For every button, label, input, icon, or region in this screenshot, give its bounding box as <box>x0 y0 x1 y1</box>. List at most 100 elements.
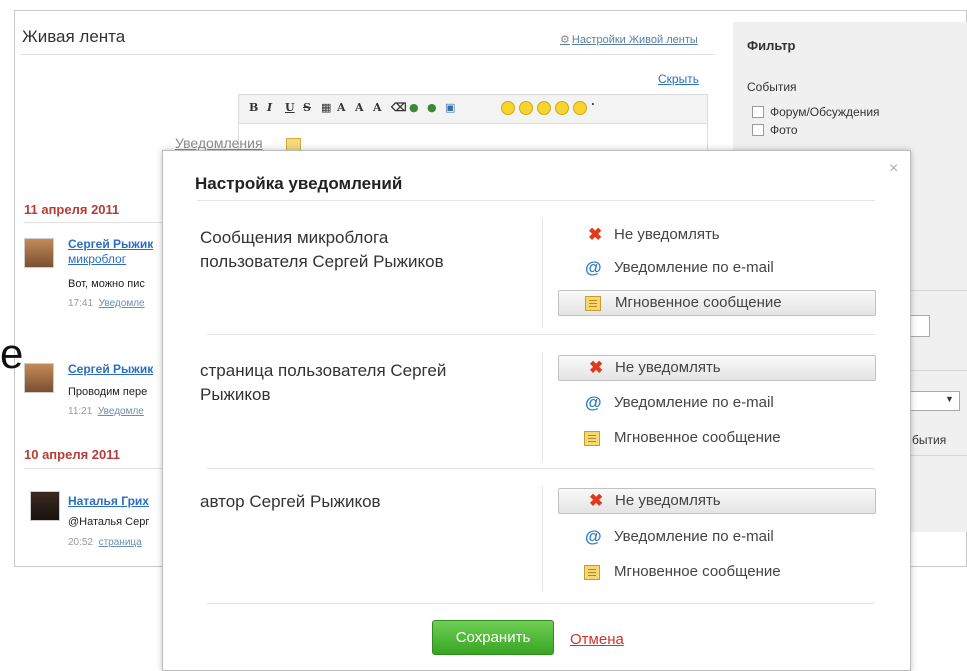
link-icon[interactable]: ● <box>409 101 419 114</box>
eraser-icon[interactable]: ⌫ <box>391 101 407 114</box>
hide-link[interactable]: Скрыть <box>658 72 699 86</box>
post-author[interactable]: Сергей Рыжик <box>68 237 153 251</box>
option-label: Мгновенное сообщение <box>614 429 781 446</box>
option-label: Мгновенное сообщение <box>614 563 781 580</box>
font-color-icon[interactable]: A <box>373 101 382 114</box>
post-meta: 17:41 Уведомле <box>68 298 145 309</box>
post-author[interactable]: Сергей Рыжик <box>68 362 153 376</box>
post-meta: 11:21 Уведомле <box>68 406 144 417</box>
smile-icon[interactable] <box>501 101 515 115</box>
group-label-line: Рыжиков <box>200 385 271 404</box>
cancel-link[interactable]: Отмена <box>570 631 624 648</box>
close-icon[interactable]: × <box>889 160 898 178</box>
instant-message-icon <box>584 565 600 580</box>
notifications-tab[interactable]: Уведомления <box>175 135 263 151</box>
overflow-glyph: е <box>0 330 24 377</box>
group-label: страница пользователя Сергей Рыжиков <box>200 359 446 407</box>
post-time: 11:21 <box>68 406 93 417</box>
option-instant[interactable]: Мгновенное сообщение <box>558 426 876 452</box>
post-meta-link[interactable]: Уведомле <box>99 298 145 309</box>
option-email[interactable]: @ Уведомление по e-mail <box>558 525 876 551</box>
filter-events-label: События <box>747 80 797 94</box>
option-label: Уведомление по e-mail <box>614 394 774 411</box>
strike-icon[interactable]: S <box>303 101 311 114</box>
post-text: @Наталья Серг <box>68 516 150 528</box>
dialog-title: Настройка уведомлений <box>195 174 403 193</box>
filter-checkbox-forum[interactable] <box>752 106 764 118</box>
option-email[interactable]: @ Уведомление по e-mail <box>558 256 876 282</box>
font-icon[interactable]: A <box>337 101 346 114</box>
highlight-icon[interactable]: ▦ <box>321 101 331 114</box>
filter-events-text: бытия <box>912 433 947 447</box>
editor-toolbar: B I U S ▦ A A A ⌫ ● ● ▣ · <box>238 94 708 124</box>
unlink-icon[interactable]: ● <box>427 101 437 114</box>
option-instant-selected[interactable]: Мгновенное сообщение <box>558 290 876 316</box>
option-none-selected[interactable]: ✖ Не уведомлять <box>558 355 876 381</box>
filter-checkbox-photo[interactable] <box>752 124 764 136</box>
group-label-line: страница пользователя Сергей <box>200 361 447 380</box>
close-x-icon: ✖ <box>589 491 604 510</box>
italic-icon[interactable]: I <box>267 101 272 114</box>
post-author[interactable]: Наталья Грих <box>68 494 149 508</box>
sad-icon[interactable] <box>555 101 569 115</box>
chevron-down-icon[interactable]: ▼ <box>945 394 954 404</box>
avatar[interactable] <box>30 491 60 521</box>
post-text: Проводим пере <box>68 386 148 398</box>
option-email[interactable]: @ Уведомление по e-mail <box>558 391 876 417</box>
close-x-icon: ✖ <box>588 225 603 244</box>
date-heading: 11 апреля 2011 <box>24 202 120 217</box>
avatar[interactable] <box>24 363 54 393</box>
at-sign-icon: @ <box>585 527 602 546</box>
gear-icon: ⚙ <box>560 34 570 46</box>
group-divider <box>542 486 543 591</box>
filter-checkbox-photo-label: Фото <box>770 123 798 137</box>
neutral-icon[interactable] <box>573 101 587 115</box>
instant-message-icon <box>585 296 601 311</box>
group-separator <box>207 468 875 469</box>
post-sublink[interactable]: микроблог <box>68 252 126 266</box>
save-button[interactable]: Сохранить <box>432 620 554 655</box>
laugh-icon[interactable] <box>519 101 533 115</box>
option-instant[interactable]: Мгновенное сообщение <box>558 560 876 586</box>
close-x-icon: ✖ <box>589 358 604 377</box>
avatar[interactable] <box>24 238 54 268</box>
option-label: Не уведомлять <box>615 359 721 376</box>
option-label: Уведомление по e-mail <box>614 259 774 276</box>
date-divider <box>24 222 164 223</box>
page-title: Живая лента <box>22 27 126 46</box>
option-label: Мгновенное сообщение <box>615 294 782 311</box>
title-divider <box>197 200 875 201</box>
feed-settings-link[interactable]: ⚙ Настройки Живой ленты <box>560 33 698 46</box>
option-none-selected[interactable]: ✖ Не уведомлять <box>558 488 876 514</box>
post-time: 20:52 <box>68 537 94 548</box>
group-divider <box>542 352 543 462</box>
post-text: Вот, можно пис <box>68 278 145 290</box>
date-divider <box>24 468 164 469</box>
title-divider <box>20 54 715 55</box>
group-label-line: пользователя Сергей Рыжиков <box>200 252 444 271</box>
date-heading: 10 апреля 2011 <box>24 447 120 462</box>
feed-settings-label: Настройки Живой ленты <box>571 34 698 46</box>
post-meta-link[interactable]: Уведомле <box>98 406 144 417</box>
filter-divider <box>910 290 967 291</box>
image-icon[interactable]: ▣ <box>445 101 455 114</box>
underline-icon[interactable]: U <box>285 101 295 114</box>
at-sign-icon: @ <box>585 393 602 412</box>
post-meta: 20:52 страница <box>68 537 142 548</box>
filter-divider <box>910 370 967 371</box>
option-label: Не уведомлять <box>615 492 721 509</box>
filter-divider <box>910 455 967 456</box>
wink-icon[interactable] <box>537 101 551 115</box>
font-size-icon[interactable]: A <box>355 101 364 114</box>
filter-checkbox-forum-label: Форум/Обсуждения <box>770 105 880 119</box>
filter-input[interactable] <box>908 315 930 337</box>
bold-icon[interactable]: B <box>249 101 258 114</box>
group-divider <box>542 218 543 328</box>
filter-title: Фильтр <box>747 38 796 53</box>
more-smiles-icon[interactable]: · <box>591 98 595 111</box>
post-meta-link[interactable]: страница <box>99 537 142 548</box>
group-label: автор Сергей Рыжиков <box>200 490 381 514</box>
option-none[interactable]: ✖ Не уведомлять <box>558 223 876 249</box>
footer-separator <box>207 603 875 604</box>
option-label: Уведомление по e-mail <box>614 528 774 545</box>
